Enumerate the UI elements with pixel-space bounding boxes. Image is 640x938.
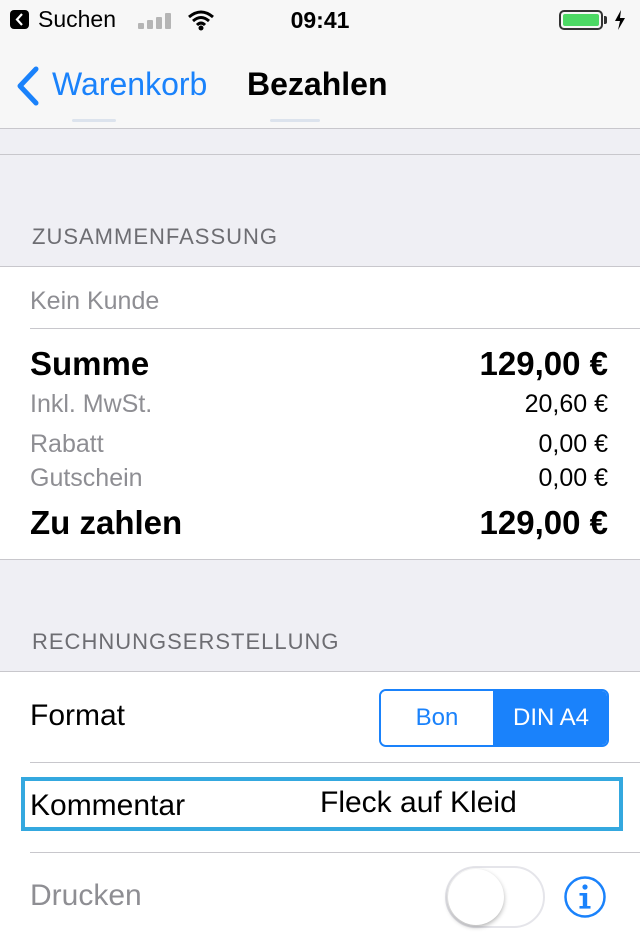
vat-value: 20,60 €: [524, 390, 608, 418]
print-label: Drucken: [30, 879, 142, 912]
charging-bolt-icon: [615, 10, 625, 30]
back-button[interactable]: Warenkorb: [52, 66, 207, 103]
vat-label: Inkl. MwSt.: [30, 390, 153, 418]
divider: [0, 559, 640, 560]
page-title: Bezahlen: [247, 66, 388, 102]
format-segmented-control[interactable]: Bon DIN A4: [379, 689, 609, 747]
top-spacer: [0, 129, 640, 154]
customer-label: Kein Kunde: [30, 287, 160, 315]
summary-section-header: ZUSAMMENFASSUNG: [32, 224, 279, 249]
info-icon[interactable]: [563, 875, 607, 919]
amount-due-label: Zu zahlen: [30, 504, 183, 541]
summary-card: Kein Kunde Summe 129,00 € Inkl. MwSt. 20…: [0, 267, 640, 559]
battery-icon: [559, 10, 603, 30]
chevron-left-icon[interactable]: [14, 66, 42, 106]
toggle-knob: [448, 869, 504, 925]
total-label: Summe: [30, 345, 150, 382]
comment-highlight-box: [21, 777, 623, 831]
clock: 09:41: [290, 7, 350, 33]
print-toggle[interactable]: [445, 866, 545, 928]
battery-nub: [604, 16, 607, 24]
divider: [30, 762, 640, 763]
amount-due-value: 129,00 €: [479, 504, 608, 541]
format-option-bon[interactable]: Bon: [381, 691, 495, 745]
scrolled-content-remnant: [72, 119, 116, 122]
scrolled-content-remnant: [270, 119, 320, 122]
total-value: 129,00 €: [479, 345, 608, 382]
divider: [0, 154, 640, 155]
divider: [30, 852, 640, 853]
voucher-label: Gutschein: [30, 464, 143, 492]
navigation-bar: Warenkorb Bezahlen: [0, 40, 640, 129]
format-option-din-a4[interactable]: DIN A4: [495, 691, 607, 745]
invoice-section-header: RECHNUNGSERSTELLUNG: [32, 629, 340, 654]
discount-label: Rabatt: [30, 430, 104, 458]
format-label: Format: [30, 699, 126, 732]
voucher-value: 0,00 €: [538, 464, 608, 492]
discount-value: 0,00 €: [538, 430, 608, 458]
divider: [30, 328, 640, 329]
status-bar: Suchen 09:41: [0, 0, 640, 40]
